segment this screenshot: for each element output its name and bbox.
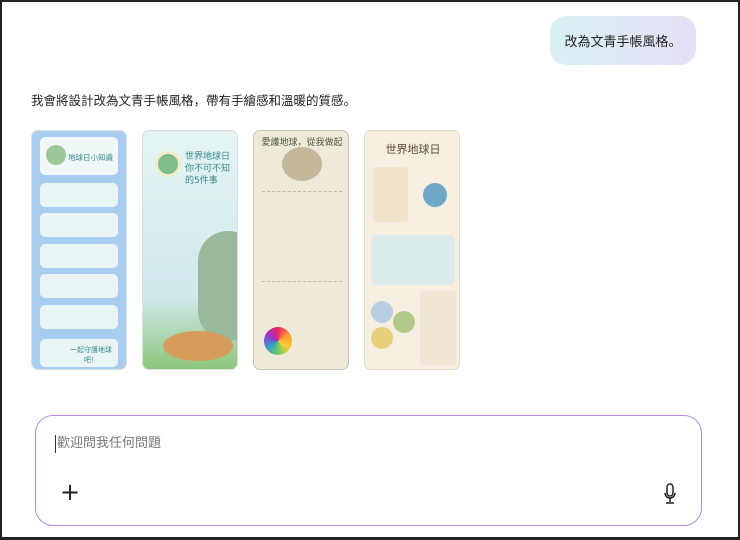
color-wheel-illustration (264, 327, 292, 355)
figure-illustration (198, 231, 237, 341)
generated-image-2[interactable]: 世界地球日 你不可不知的5件事 (142, 130, 238, 370)
chat-input[interactable]: 歡迎問我任何問題 (55, 435, 161, 453)
image-card (40, 244, 118, 268)
circle-badge (393, 311, 415, 333)
microphone-icon[interactable] (663, 483, 677, 505)
user-message-bubble: 改為文青手帳風格。 (550, 16, 696, 65)
image-card (40, 213, 118, 237)
assistant-reply-text: 我會將設計改為文青手帳風格，帶有手繪感和溫暖的質感。 (31, 93, 357, 108)
chart-panel (371, 235, 455, 285)
image-card (40, 183, 118, 207)
note-card (420, 291, 456, 365)
circle-badge (371, 327, 393, 349)
globe-illustration (423, 183, 447, 207)
plus-icon[interactable]: + (60, 480, 80, 504)
generated-image-4[interactable]: 世界地球日 (364, 130, 460, 370)
image-card (40, 305, 118, 329)
image-card (40, 274, 118, 298)
note-card (373, 167, 408, 222)
image-title: 世界地球日 (385, 143, 441, 156)
crowd-illustration (163, 331, 233, 361)
globe-illustration (46, 145, 66, 165)
globe-illustration (155, 151, 181, 177)
circle-badge (371, 301, 393, 323)
chat-composer[interactable]: 歡迎問我任何問題 + (35, 415, 702, 526)
image-title: 世界地球日 你不可不知的5件事 (185, 152, 231, 186)
user-message-text: 改為文青手帳風格。 (564, 35, 682, 50)
section-divider (262, 281, 342, 321)
image-footer: 一起守護地球吧！ (70, 346, 112, 364)
section-divider (262, 191, 342, 271)
image-title: 地球日小知識 (68, 153, 113, 162)
generated-image-3[interactable]: 愛護地球，從我做起 (253, 130, 349, 370)
generated-image-1[interactable]: 地球日小知識 一起守護地球吧！ (31, 130, 127, 370)
tree-illustration (282, 147, 322, 181)
